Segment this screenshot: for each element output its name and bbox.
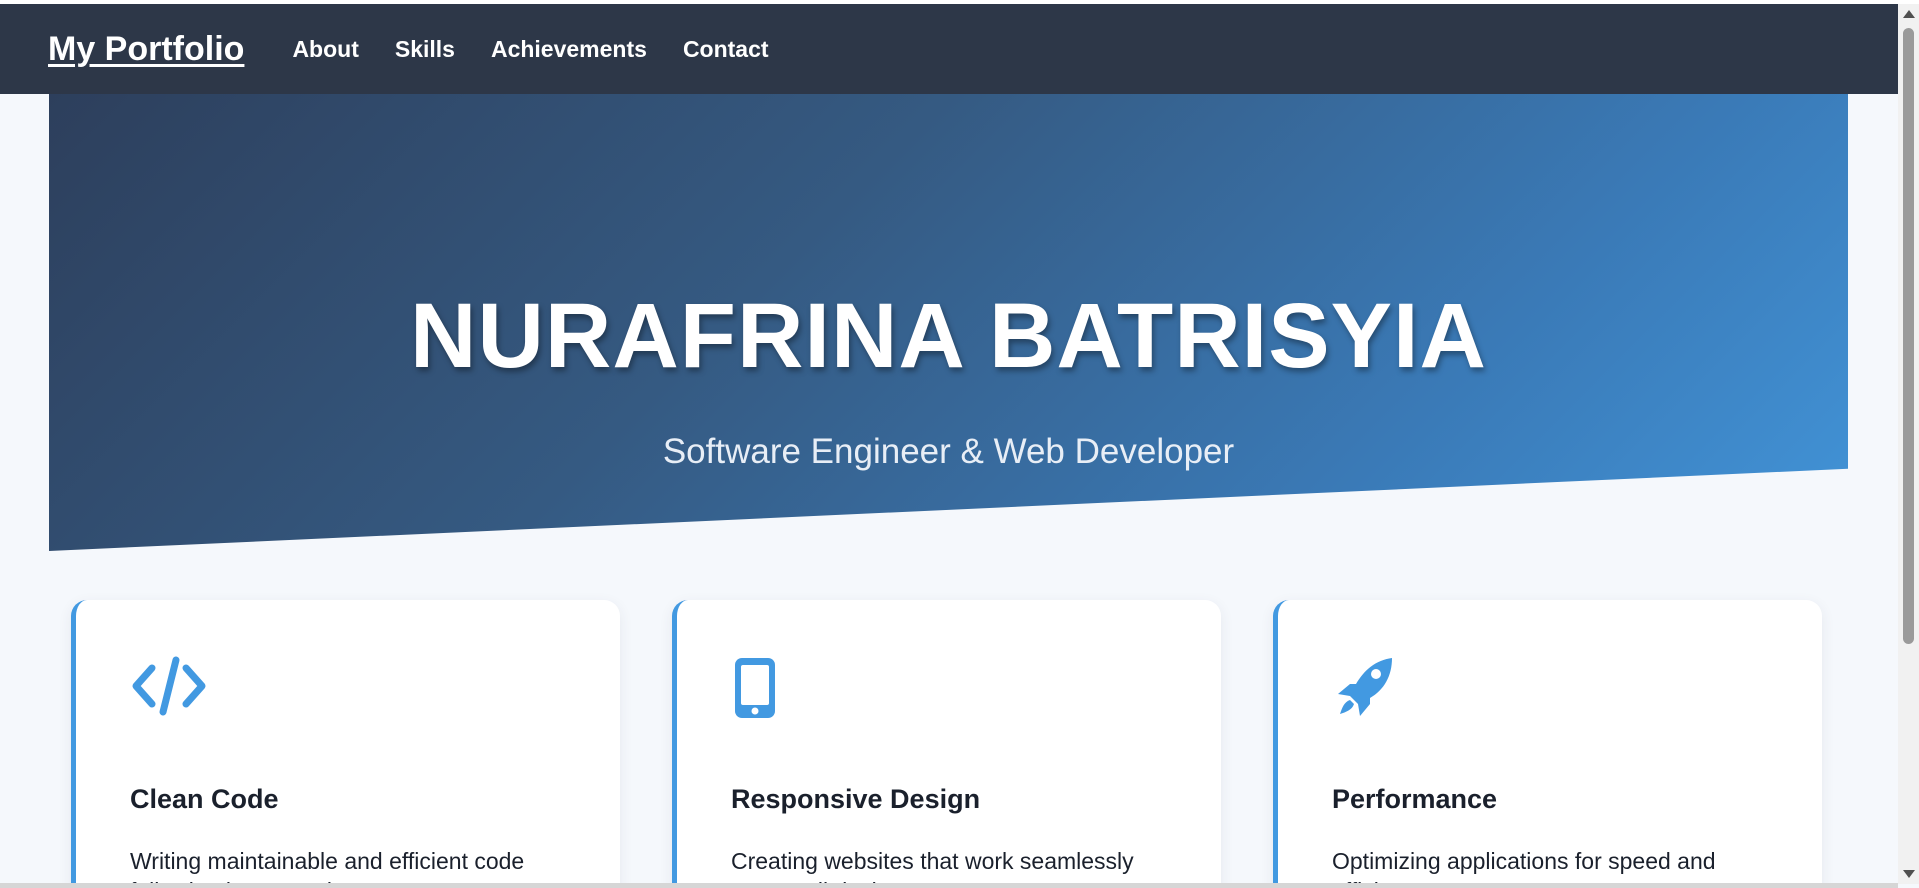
- nav-link-contact[interactable]: Contact: [683, 36, 769, 63]
- rocket-icon: [1332, 652, 1412, 722]
- feature-card-performance: Performance Optimizing applications for …: [1273, 600, 1822, 888]
- scroll-down-arrow-icon[interactable]: [1903, 870, 1915, 878]
- nav-link-skills[interactable]: Skills: [395, 36, 455, 63]
- vertical-scrollbar[interactable]: [1898, 4, 1919, 884]
- nav-link-achievements[interactable]: Achievements: [491, 36, 647, 63]
- mobile-icon: [731, 652, 811, 722]
- card-description: Writing maintainable and efficient code …: [130, 848, 525, 888]
- hero-subtitle: Software Engineer & Web Developer: [662, 432, 1235, 471]
- brand-link[interactable]: My Portfolio: [48, 30, 244, 69]
- scroll-up-arrow-icon[interactable]: [1903, 10, 1915, 18]
- hero-section: NURAFRINA BATRISYIA Software Engineer & …: [49, 94, 1848, 551]
- feature-card-clean-code: Clean Code Writing maintainable and effi…: [71, 600, 620, 888]
- card-description: Creating websites that work seamlessly a…: [731, 848, 1134, 888]
- nav-link-about[interactable]: About: [292, 36, 358, 63]
- card-title: Responsive Design: [731, 784, 981, 814]
- card-description: Optimizing applications for speed and ef…: [1332, 848, 1716, 888]
- nav-links: About Skills Achievements Contact: [292, 36, 768, 63]
- card-title: Performance: [1332, 784, 1498, 814]
- card-title: Clean Code: [130, 784, 279, 814]
- code-icon: [130, 652, 210, 722]
- bottom-border: [0, 883, 1898, 888]
- hero-title: NURAFRINA BATRISYIA: [410, 285, 1487, 387]
- feature-card-responsive-design: Responsive Design Creating websites that…: [672, 600, 1221, 888]
- scrollbar-thumb[interactable]: [1903, 28, 1914, 644]
- navbar: My Portfolio About Skills Achievements C…: [0, 4, 1898, 94]
- page: My Portfolio About Skills Achievements C…: [0, 0, 1919, 888]
